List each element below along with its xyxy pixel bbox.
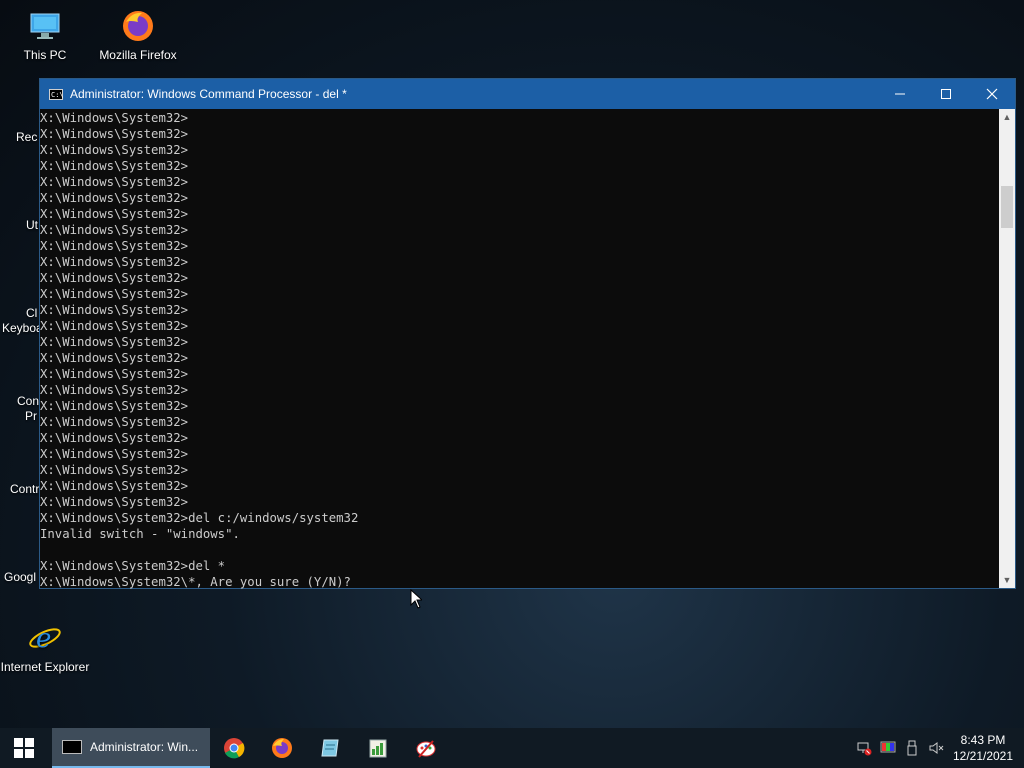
taskbar: Administrator: Win... 8:43 PM 12/21/2021 [0, 728, 1024, 768]
minimize-button[interactable] [877, 79, 923, 109]
console-line: X:\Windows\System32> [40, 495, 189, 509]
console-line: X:\Windows\System32> [40, 319, 189, 333]
console-line: X:\Windows\System32>del * [40, 559, 226, 573]
vertical-scrollbar[interactable]: ▲ ▼ [999, 109, 1015, 588]
taskbar-item-cmd[interactable]: Administrator: Win... [52, 728, 210, 768]
firefox-icon [120, 8, 156, 44]
desktop-icon-partial-con[interactable]: Con [17, 394, 39, 408]
taskbar-pin-firefox[interactable] [258, 728, 306, 768]
console-line: X:\Windows\System32> [40, 255, 189, 269]
scrollbar-thumb[interactable] [1001, 186, 1013, 228]
close-button[interactable] [969, 79, 1015, 109]
desktop-icon-label: This PC [23, 48, 67, 62]
scroll-down-arrow-icon[interactable]: ▼ [999, 572, 1015, 588]
console-line: X:\Windows\System32> [40, 415, 189, 429]
maximize-button[interactable] [923, 79, 969, 109]
mouse-cursor-icon [410, 588, 424, 614]
taskbar-pin-chrome[interactable] [210, 728, 258, 768]
taskbar-item-label: Administrator: Win... [90, 740, 199, 754]
svg-text:e: e [36, 624, 51, 654]
cmd-icon [62, 740, 82, 754]
console-line: X:\Windows\System32> [40, 479, 189, 493]
console-line: X:\Windows\System32> [40, 207, 189, 221]
taskbar-pin-notepad[interactable] [306, 728, 354, 768]
console-window[interactable]: C:\ Administrator: Windows Command Proce… [39, 78, 1016, 589]
desktop-icon-partial-recycle[interactable]: Rec [16, 130, 37, 144]
console-output[interactable]: X:\Windows\System32> X:\Windows\System32>… [40, 109, 1000, 589]
taskbar-pin-spreadsheet[interactable] [354, 728, 402, 768]
taskbar-pin-paint[interactable] [402, 728, 450, 768]
desktop-icon-partial-cl[interactable]: Cl [26, 306, 37, 320]
console-line: X:\Windows\System32> [40, 111, 189, 125]
paint-icon [416, 740, 436, 758]
console-line: X:\Windows\System32> [40, 367, 189, 381]
console-line: X:\Windows\System32> [40, 351, 189, 365]
console-line: X:\Windows\System32\*, Are you sure (Y/N… [40, 575, 351, 589]
console-line: X:\Windows\System32> [40, 447, 189, 461]
desktop-icon-label: Mozilla Firefox [99, 48, 177, 62]
desktop-icon-partial-ut[interactable]: Ut [26, 218, 38, 232]
console-line: X:\Windows\System32> [40, 271, 189, 285]
console-line: X:\Windows\System32> [40, 239, 189, 253]
maximize-icon [941, 89, 951, 99]
display-color-icon[interactable] [876, 728, 900, 768]
volume-muted-icon[interactable] [924, 728, 948, 768]
desktop-icon-partial-keyboard[interactable]: Keyboa [2, 321, 43, 335]
clock-time: 8:43 PM [960, 733, 1006, 747]
console-line: X:\Windows\System32> [40, 463, 189, 477]
console-line: X:\Windows\System32>del c:/windows/syste… [40, 511, 359, 525]
notepad-icon [321, 739, 339, 757]
desktop-icon-partial-google[interactable]: Googl [4, 570, 36, 584]
spreadsheet-icon [369, 739, 387, 758]
console-line: Invalid switch - "windows". [40, 527, 240, 541]
console-line: X:\Windows\System32> [40, 431, 189, 445]
desktop-icon-partial-control[interactable]: Contr [10, 482, 39, 496]
console-line: X:\Windows\System32> [40, 303, 189, 317]
desktop-icon-internet-explorer[interactable]: e Internet Explorer [0, 620, 90, 674]
console-line: X:\Windows\System32> [40, 159, 189, 173]
console-line: X:\Windows\System32> [40, 223, 189, 237]
internet-explorer-icon: e [27, 620, 63, 656]
scroll-up-arrow-icon[interactable]: ▲ [999, 109, 1015, 125]
firefox-icon [272, 738, 292, 758]
title-bar[interactable]: C:\ Administrator: Windows Command Proce… [40, 79, 1015, 109]
desktop-icon-partial-pr[interactable]: Pr [25, 409, 37, 423]
console-line: X:\Windows\System32> [40, 399, 189, 413]
close-icon [986, 88, 998, 100]
clock-date: 12/21/2021 [952, 749, 1014, 763]
console-line: X:\Windows\System32> [40, 287, 189, 301]
console-line: X:\Windows\System32> [40, 143, 189, 157]
console-line: X:\Windows\System32> [40, 335, 189, 349]
cmd-icon: C:\ [49, 88, 64, 100]
console-line: X:\Windows\System32> [40, 127, 189, 141]
usb-device-icon[interactable] [900, 728, 924, 768]
console-line: X:\Windows\System32> [40, 191, 189, 205]
desktop-icon-this-pc[interactable]: This PC [0, 8, 90, 62]
start-button[interactable] [0, 728, 48, 768]
desktop-icon-label: Internet Explorer [0, 660, 90, 674]
network-disconnected-icon[interactable] [852, 728, 876, 768]
console-line: X:\Windows\System32> [40, 383, 189, 397]
windows-logo-icon [14, 738, 34, 758]
window-title: Administrator: Windows Command Processor… [70, 87, 347, 101]
this-pc-icon [27, 8, 63, 44]
taskbar-clock[interactable]: 8:43 PM 12/21/2021 [948, 732, 1018, 764]
chrome-icon [224, 738, 245, 759]
desktop-icon-firefox[interactable]: Mozilla Firefox [93, 8, 183, 62]
minimize-icon [895, 93, 905, 95]
console-line: X:\Windows\System32> [40, 175, 189, 189]
system-tray: 8:43 PM 12/21/2021 [852, 728, 1024, 768]
